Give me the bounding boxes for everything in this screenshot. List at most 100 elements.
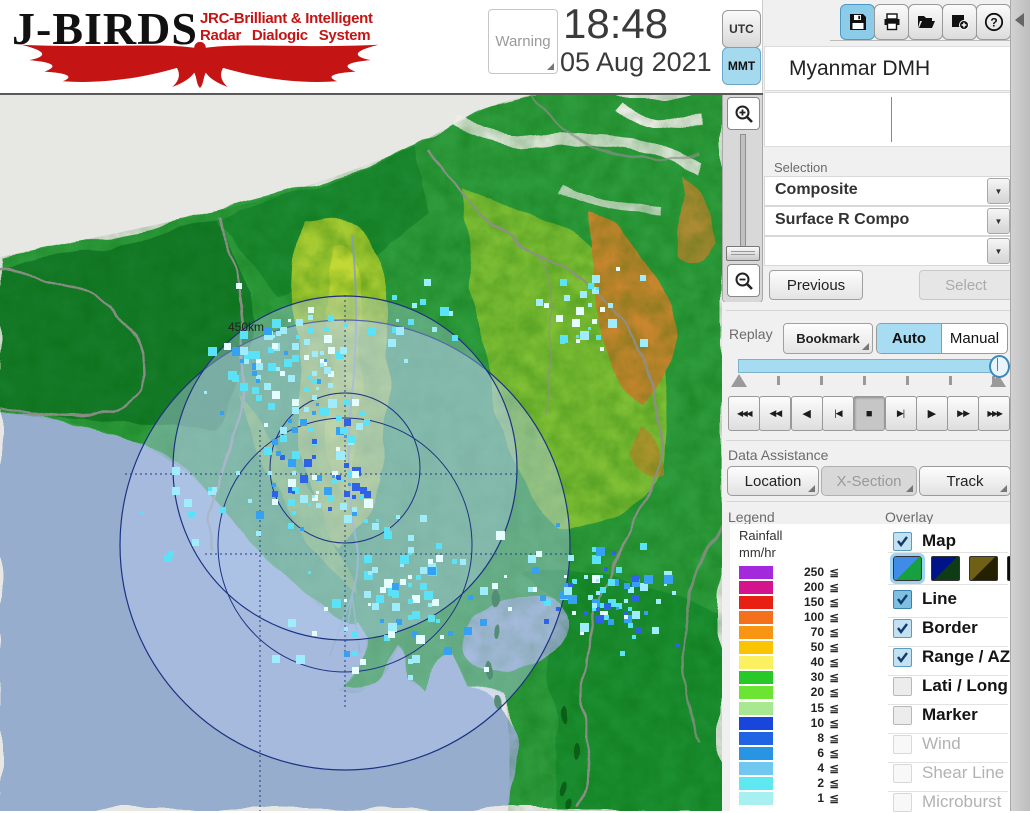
overlay-item-wind[interactable]: Wind	[893, 733, 961, 755]
replay-mode-toggle: Auto Manual	[876, 323, 1008, 354]
legend-inequality-sign: ≦	[829, 610, 840, 625]
overlay-item-label: Map	[922, 531, 956, 550]
legend-inequality-sign: ≦	[829, 640, 840, 655]
select-button[interactable]: Select	[919, 270, 1013, 300]
overlay-item-label: Marker	[922, 705, 978, 724]
open-folder-icon	[917, 16, 935, 28]
replay-auto-button[interactable]: Auto	[877, 324, 942, 353]
track-button[interactable]: Track	[919, 466, 1011, 496]
chevron-down-icon[interactable]: ▼	[987, 238, 1010, 264]
selection-dropdown-1[interactable]: Composite ▼	[764, 176, 1012, 206]
replay-manual-button[interactable]: Manual	[942, 324, 1007, 353]
checkbox-unchecked[interactable]	[893, 763, 912, 783]
step-back-button[interactable]: |◀	[821, 396, 854, 431]
radar-map-image[interactable]: 450km	[0, 95, 722, 811]
map-style-swatch-3[interactable]	[969, 556, 998, 581]
data-assistance-label: Data Assistance	[728, 447, 829, 463]
checkbox-unchecked[interactable]	[893, 705, 912, 725]
help-icon: ?	[984, 12, 1003, 32]
overlay-item-label: Wind	[922, 734, 961, 753]
legend-threshold-value: 4	[817, 760, 824, 775]
print-button[interactable]	[874, 4, 909, 40]
panel-edge-strip[interactable]	[1010, 0, 1030, 811]
overlay-separator	[888, 552, 1008, 553]
legend-label: Legend	[728, 509, 775, 525]
zoom-out-button[interactable]	[727, 264, 760, 297]
legend-color-chip	[739, 716, 773, 730]
play-button[interactable]: ▶	[915, 396, 948, 431]
selection-dropdown-2-value: Surface R Compo	[775, 211, 910, 228]
legend-threshold-value: 30	[810, 670, 824, 685]
previous-button-label: Previous	[786, 276, 846, 294]
checkbox-unchecked[interactable]	[893, 676, 912, 696]
legend-inequality-sign: ≦	[829, 685, 840, 700]
save-button[interactable]	[840, 4, 875, 40]
rewind-fast-button[interactable]: ◀◀◀	[728, 396, 760, 431]
legend-color-chip	[739, 566, 773, 579]
legend-threshold-value: 200	[803, 580, 824, 595]
snapshot-button[interactable]	[942, 4, 977, 40]
legend-threshold-value: 8	[817, 730, 824, 745]
chevron-down-icon[interactable]: ▼	[987, 208, 1010, 234]
legend-color-chip	[739, 761, 773, 775]
overlay-label: Overlay	[885, 509, 934, 525]
checkbox-checked[interactable]	[893, 647, 912, 667]
utc-label: UTC	[729, 22, 754, 36]
legend-threshold-value: 70	[810, 625, 824, 640]
previous-button[interactable]: Previous	[769, 270, 863, 300]
legend-threshold-value: 20	[810, 685, 824, 700]
overlay-item-microburst[interactable]: Microburst	[893, 791, 1001, 813]
checkbox-checked[interactable]	[893, 618, 912, 638]
slider-start-marker[interactable]	[731, 374, 747, 387]
timezone-mmt-button[interactable]: MMT	[722, 47, 761, 85]
warning-button-label: Warning	[495, 33, 551, 50]
zoom-slider-handle[interactable]	[726, 246, 760, 261]
help-button[interactable]: ?	[976, 4, 1011, 40]
checkbox-checked[interactable]	[893, 589, 912, 609]
checkbox-unchecked[interactable]	[893, 792, 912, 812]
rewind-button[interactable]: ◀◀	[759, 396, 792, 431]
location-button[interactable]: Location	[727, 466, 819, 496]
timezone-utc-button[interactable]: UTC	[722, 10, 761, 48]
warning-button[interactable]: Warning	[488, 9, 558, 74]
map-style-swatch-1-selected[interactable]	[890, 553, 925, 584]
legend-color-chip	[739, 641, 773, 655]
legend-inequality-sign: ≦	[829, 625, 840, 640]
forward-fast-button[interactable]: ▶▶▶	[978, 396, 1011, 431]
section-separator	[726, 501, 1010, 502]
replay-slider-track[interactable]	[738, 359, 998, 373]
overlay-item-line[interactable]: Line	[893, 588, 957, 610]
overlay-item-marker[interactable]: Marker	[893, 704, 978, 726]
legend-inequality-sign: ≦	[829, 715, 840, 730]
checkbox-checked[interactable]	[893, 531, 912, 551]
legend-threshold-value: 10	[810, 715, 824, 730]
step-forward-button[interactable]: ▶|	[884, 396, 917, 431]
forward-button[interactable]: ▶▶	[947, 396, 980, 431]
logo-tagline-1: JRC-Brilliant & Intelligent	[200, 10, 373, 27]
bookmark-button[interactable]: Bookmark	[783, 323, 873, 354]
overlay-item-border[interactable]: Border	[893, 617, 978, 639]
stop-button[interactable]: ■	[853, 396, 886, 431]
play-reverse-button[interactable]: ◀	[790, 396, 823, 431]
zoom-in-button[interactable]	[727, 97, 760, 130]
chevron-down-icon[interactable]: ▼	[987, 178, 1010, 204]
legend-threshold-value: 1	[817, 790, 824, 805]
replay-slider-handle[interactable]	[989, 355, 1010, 378]
x-section-button[interactable]: X-Section	[821, 466, 917, 496]
legend-color-chip	[739, 701, 773, 715]
overlay-item-lati-long[interactable]: Lati / Long	[893, 675, 1008, 697]
legend-threshold-value: 100	[803, 610, 824, 625]
selection-dropdown-2[interactable]: Surface R Compo ▼	[764, 206, 1012, 236]
open-file-button[interactable]	[908, 4, 943, 40]
legend-inequality-sign: ≦	[829, 775, 840, 790]
overlay-item-map[interactable]: Map	[893, 530, 956, 552]
overlay-item-range-az[interactable]: Range / AZ	[893, 646, 1010, 668]
map-style-swatch-2[interactable]	[931, 556, 960, 581]
collapse-panel-icon[interactable]	[1015, 13, 1024, 27]
checkbox-unchecked[interactable]	[893, 734, 912, 754]
header-bar: J-BIRDS JRC-Brilliant & Intelligent Rada…	[0, 0, 763, 95]
zoom-slider-track[interactable]	[740, 134, 746, 248]
legend-unit-line2: mm/hr	[739, 545, 776, 560]
selection-dropdown-3[interactable]: ▼	[764, 236, 1012, 266]
overlay-item-shear-line[interactable]: Shear Line	[893, 762, 1004, 784]
